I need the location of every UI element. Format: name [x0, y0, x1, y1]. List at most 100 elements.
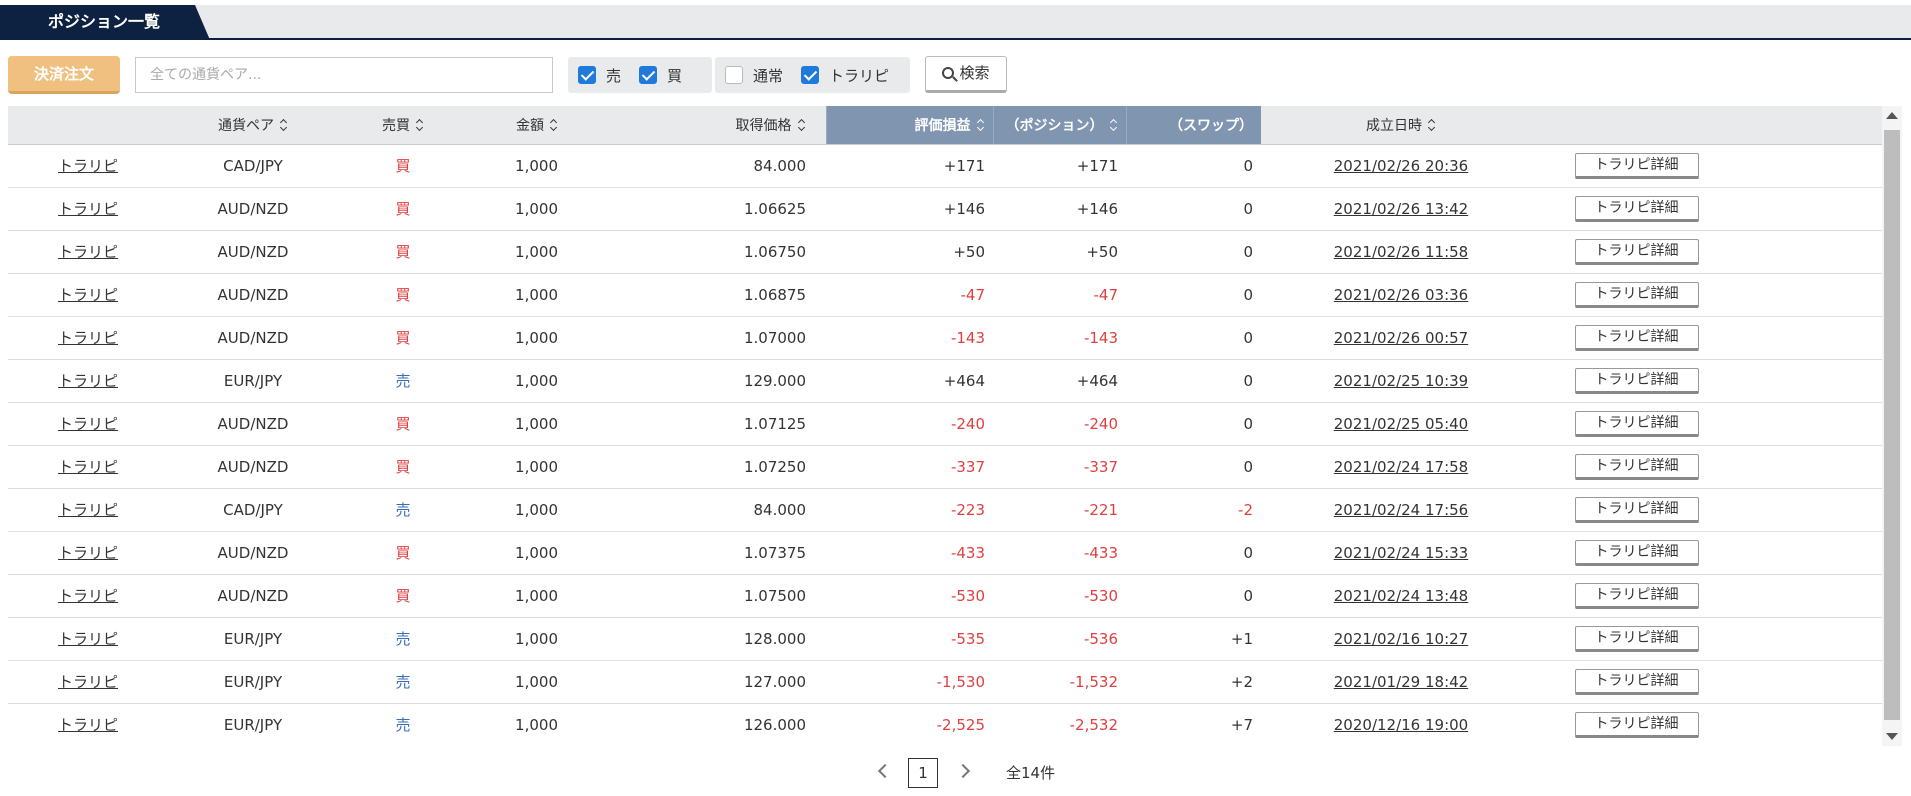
settle-order-button[interactable]: 決済注文 — [8, 56, 120, 94]
header-date[interactable]: 成立日時 — [1261, 106, 1541, 145]
checkbox-buy[interactable] — [639, 66, 658, 84]
cell-date[interactable]: 2021/02/26 03:36 — [1261, 273, 1541, 317]
cell-date[interactable]: 2021/02/24 17:56 — [1261, 488, 1541, 532]
chevron-right-icon[interactable] — [955, 763, 971, 779]
header-position-pl[interactable]: （ポジション） — [992, 106, 1126, 145]
order-type-link[interactable]: トラリピ — [58, 243, 118, 261]
order-type-link[interactable]: トラリピ — [58, 716, 118, 734]
date-link[interactable]: 2021/02/24 17:58 — [1334, 458, 1468, 476]
header-pl[interactable]: 評価損益 — [825, 106, 993, 145]
table-row[interactable]: トラリピ EUR/JPY 売 1,000 127.000 -1,530 -1,532 +2 20… — [8, 660, 1882, 704]
trap-repeat-detail-button[interactable]: トラリピ詳細 — [1574, 410, 1699, 437]
page-number[interactable]: 1 — [908, 758, 938, 788]
table-row[interactable]: トラリピ AUD/NZD 買 1,000 1.06750 +50 +50 0 2021/02/2… — [8, 230, 1882, 274]
cell-type[interactable]: トラリピ — [8, 445, 168, 489]
order-type-link[interactable]: トラリピ — [58, 329, 118, 347]
scroll-up-icon[interactable] — [1886, 112, 1898, 119]
header-price[interactable]: 取得価格 — [638, 106, 826, 145]
cell-type[interactable]: トラリピ — [8, 617, 168, 661]
cell-type[interactable]: トラリピ — [8, 316, 168, 360]
chevron-left-icon[interactable] — [877, 763, 893, 779]
date-link[interactable]: 2021/02/24 13:48 — [1334, 587, 1468, 605]
header-side[interactable]: 売買 — [338, 106, 468, 145]
order-type-link[interactable]: トラリピ — [58, 458, 118, 476]
cell-date[interactable]: 2020/12/16 19:00 — [1261, 703, 1541, 746]
table-scrollbar[interactable] — [1882, 106, 1902, 746]
cell-date[interactable]: 2021/02/26 20:36 — [1261, 144, 1541, 188]
scroll-down-icon[interactable] — [1886, 733, 1898, 740]
trap-repeat-detail-button[interactable]: トラリピ詳細 — [1574, 582, 1699, 609]
cell-date[interactable]: 2021/02/24 15:33 — [1261, 531, 1541, 575]
table-row[interactable]: トラリピ AUD/NZD 買 1,000 1.07250 -337 -337 0 2021/02… — [8, 445, 1882, 489]
currency-pair-input[interactable] — [135, 57, 553, 93]
scroll-thumb[interactable] — [1884, 130, 1900, 720]
trap-repeat-detail-button[interactable]: トラリピ詳細 — [1574, 324, 1699, 351]
cell-date[interactable]: 2021/02/26 00:57 — [1261, 316, 1541, 360]
table-row[interactable]: トラリピ EUR/JPY 売 1,000 128.000 -535 -536 +1 2021/0… — [8, 617, 1882, 661]
date-link[interactable]: 2021/02/26 00:57 — [1334, 329, 1468, 347]
date-link[interactable]: 2021/02/25 05:40 — [1334, 415, 1468, 433]
date-link[interactable]: 2021/02/16 10:27 — [1334, 630, 1468, 648]
cell-type[interactable]: トラリピ — [8, 144, 168, 188]
trap-repeat-detail-button[interactable]: トラリピ詳細 — [1574, 195, 1699, 222]
cell-type[interactable]: トラリピ — [8, 230, 168, 274]
table-row[interactable]: トラリピ CAD/JPY 売 1,000 84.000 -223 -221 -2 2021/02… — [8, 488, 1882, 532]
cell-date[interactable]: 2021/02/24 13:48 — [1261, 574, 1541, 618]
date-link[interactable]: 2021/02/24 15:33 — [1334, 544, 1468, 562]
cell-date[interactable]: 2021/01/29 18:42 — [1261, 660, 1541, 704]
search-button[interactable]: 検索 — [925, 56, 1007, 93]
table-row[interactable]: トラリピ AUD/NZD 買 1,000 1.07375 -433 -433 0 2021/02… — [8, 531, 1882, 575]
table-row[interactable]: トラリピ CAD/JPY 買 1,000 84.000 +171 +171 0 2021/02/… — [8, 144, 1882, 188]
checkbox-normal[interactable] — [725, 66, 743, 84]
trap-repeat-detail-button[interactable]: トラリピ詳細 — [1574, 238, 1699, 265]
cell-date[interactable]: 2021/02/25 05:40 — [1261, 402, 1541, 446]
order-type-link[interactable]: トラリピ — [58, 372, 118, 390]
table-row[interactable]: トラリピ AUD/NZD 買 1,000 1.07000 -143 -143 0 2021/02… — [8, 316, 1882, 360]
order-type-link[interactable]: トラリピ — [58, 415, 118, 433]
table-row[interactable]: トラリピ EUR/JPY 売 1,000 129.000 +464 +464 0 2021/02… — [8, 359, 1882, 403]
cell-type[interactable]: トラリピ — [8, 359, 168, 403]
table-row[interactable]: トラリピ AUD/NZD 買 1,000 1.06625 +146 +146 0 2021/02… — [8, 187, 1882, 231]
cell-type[interactable]: トラリピ — [8, 660, 168, 704]
header-pair[interactable]: 通貨ペア — [168, 106, 338, 145]
checkbox-sell[interactable] — [578, 66, 596, 84]
order-type-link[interactable]: トラリピ — [58, 501, 118, 519]
date-link[interactable]: 2021/02/26 13:42 — [1334, 200, 1468, 218]
order-type-link[interactable]: トラリピ — [58, 544, 118, 562]
trap-repeat-detail-button[interactable]: トラリピ詳細 — [1574, 496, 1699, 523]
table-row[interactable]: トラリピ AUD/NZD 買 1,000 1.06875 -47 -47 0 2021/02/2… — [8, 273, 1882, 317]
trap-repeat-detail-button[interactable]: トラリピ詳細 — [1574, 539, 1699, 566]
trap-repeat-detail-button[interactable]: トラリピ詳細 — [1574, 367, 1699, 394]
checkbox-trap-repeat[interactable] — [801, 66, 820, 84]
cell-type[interactable]: トラリピ — [8, 402, 168, 446]
order-type-link[interactable]: トラリピ — [58, 200, 118, 218]
trap-repeat-detail-button[interactable]: トラリピ詳細 — [1574, 152, 1699, 179]
filter-normal[interactable]: 通常 — [725, 65, 783, 86]
order-type-link[interactable]: トラリピ — [58, 587, 118, 605]
order-type-link[interactable]: トラリピ — [58, 630, 118, 648]
cell-type[interactable]: トラリピ — [8, 531, 168, 575]
cell-date[interactable]: 2021/02/26 13:42 — [1261, 187, 1541, 231]
table-row[interactable]: トラリピ AUD/NZD 買 1,000 1.07500 -530 -530 0 2021/02… — [8, 574, 1882, 618]
trap-repeat-detail-button[interactable]: トラリピ詳細 — [1574, 668, 1699, 695]
cell-type[interactable]: トラリピ — [8, 273, 168, 317]
date-link[interactable]: 2020/12/16 19:00 — [1334, 716, 1468, 734]
trap-repeat-detail-button[interactable]: トラリピ詳細 — [1574, 453, 1699, 480]
trap-repeat-detail-button[interactable]: トラリピ詳細 — [1574, 711, 1699, 738]
date-link[interactable]: 2021/02/24 17:56 — [1334, 501, 1468, 519]
order-type-link[interactable]: トラリピ — [58, 673, 118, 691]
filter-sell[interactable]: 売 — [578, 65, 621, 86]
cell-date[interactable]: 2021/02/26 11:58 — [1261, 230, 1541, 274]
table-row[interactable]: トラリピ EUR/JPY 売 1,000 126.000 -2,525 -2,532 +7 20… — [8, 703, 1882, 746]
filter-trap-repeat[interactable]: トラリピ — [801, 65, 889, 86]
cell-date[interactable]: 2021/02/24 17:58 — [1261, 445, 1541, 489]
cell-type[interactable]: トラリピ — [8, 488, 168, 532]
date-link[interactable]: 2021/02/26 03:36 — [1334, 286, 1468, 304]
cell-date[interactable]: 2021/02/25 10:39 — [1261, 359, 1541, 403]
date-link[interactable]: 2021/02/25 10:39 — [1334, 372, 1468, 390]
date-link[interactable]: 2021/02/26 20:36 — [1334, 157, 1468, 175]
cell-type[interactable]: トラリピ — [8, 187, 168, 231]
cell-type[interactable]: トラリピ — [8, 703, 168, 746]
trap-repeat-detail-button[interactable]: トラリピ詳細 — [1574, 625, 1699, 652]
trap-repeat-detail-button[interactable]: トラリピ詳細 — [1574, 281, 1699, 308]
